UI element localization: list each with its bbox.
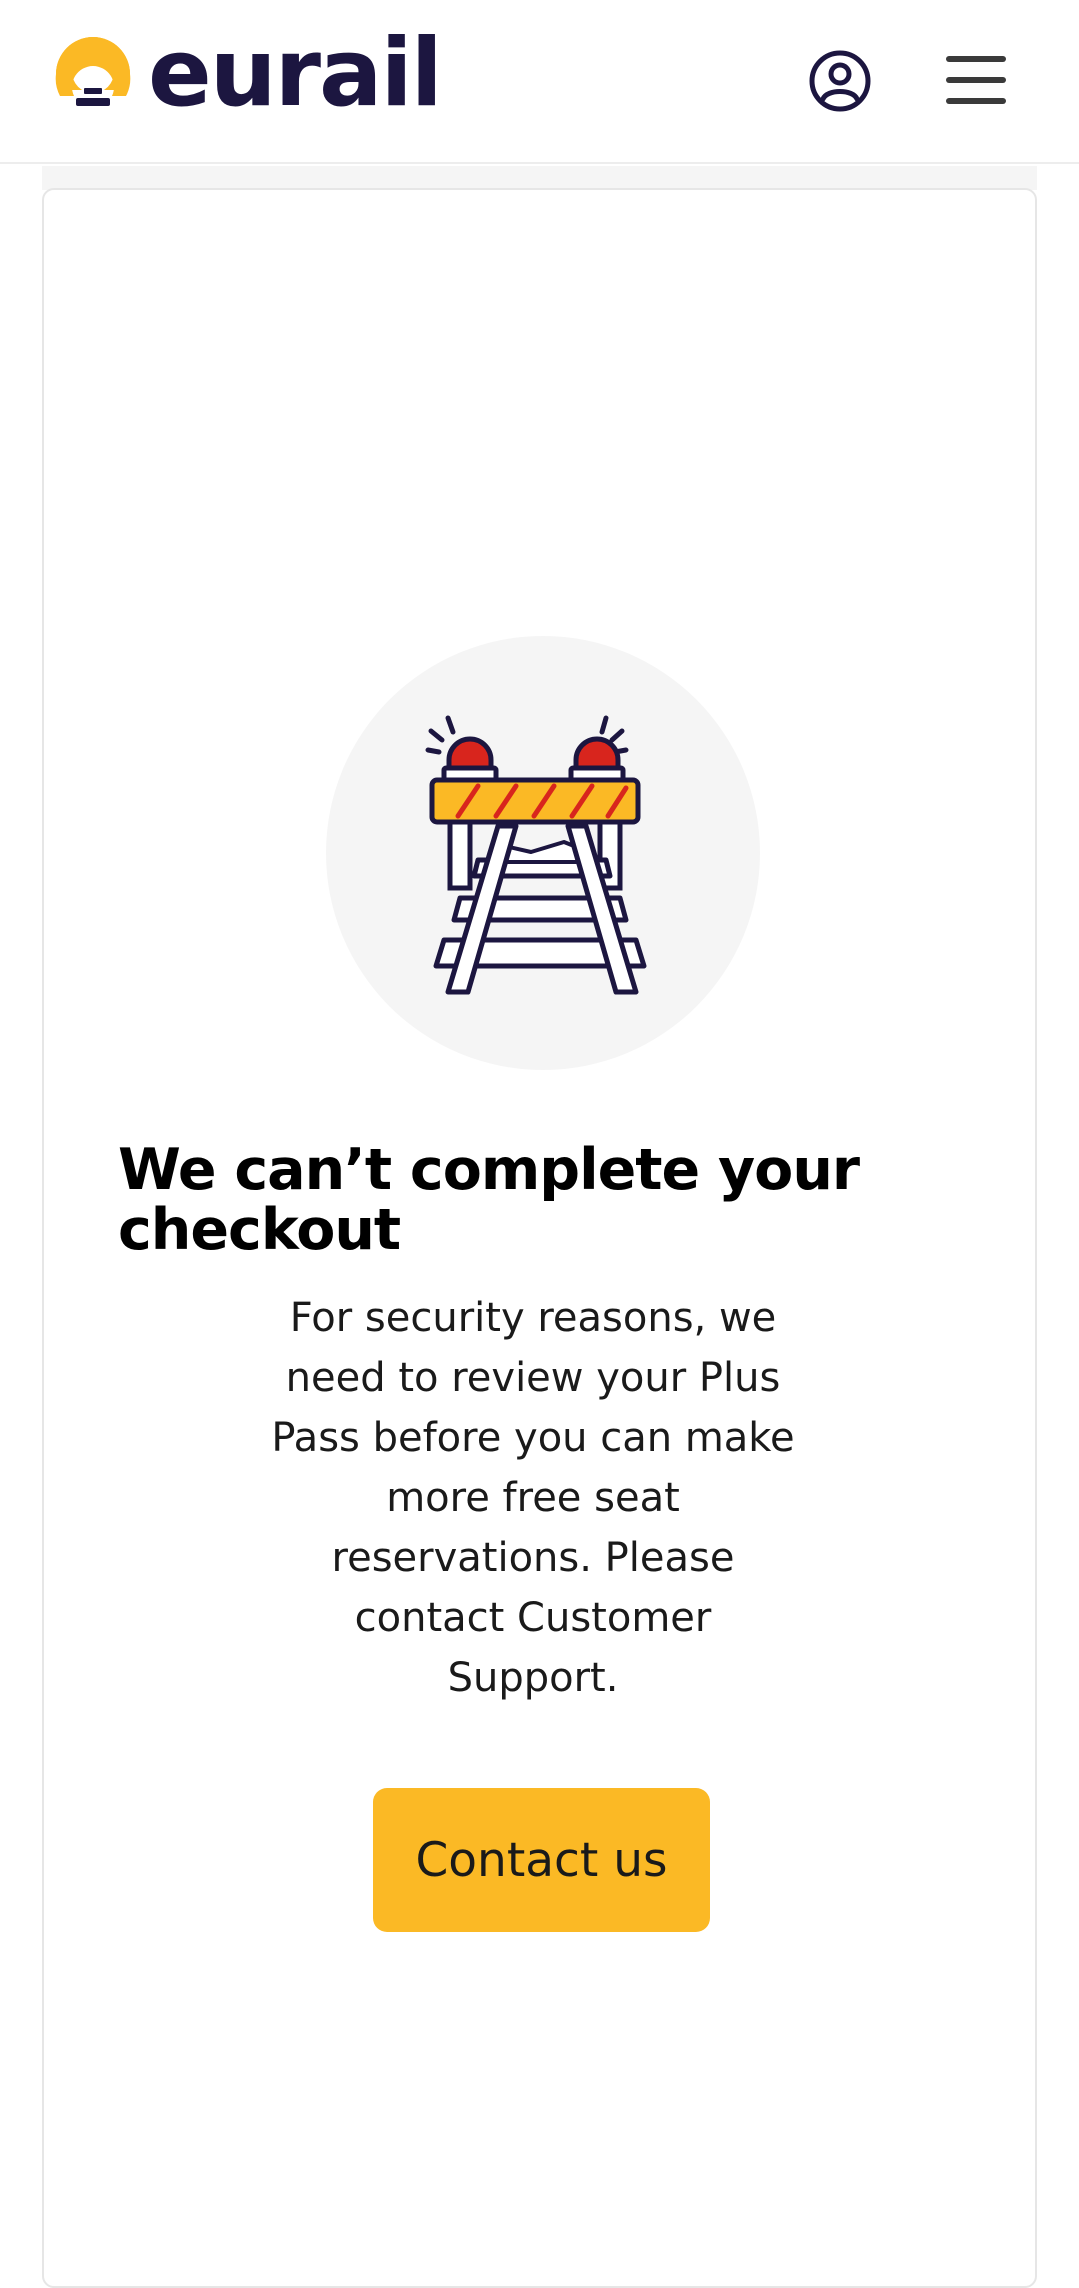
content-top-strip xyxy=(42,166,1037,190)
brand-name: eurail xyxy=(148,19,443,128)
error-message: For security reasons, we need to review … xyxy=(271,1295,795,1701)
error-card: We can’t complete your checkout For secu… xyxy=(42,188,1037,2288)
error-title: We can’t complete your checkout xyxy=(118,1137,860,1263)
hamburger-menu-icon xyxy=(946,56,1006,104)
eurail-logo[interactable]: eurail xyxy=(48,19,443,128)
user-profile-icon xyxy=(809,50,871,112)
contact-us-button[interactable]: Contact us xyxy=(373,1788,710,1932)
eurail-logo-icon xyxy=(54,37,132,116)
app-header: eurail xyxy=(0,0,1079,164)
profile-button[interactable] xyxy=(808,49,872,113)
menu-button[interactable] xyxy=(944,54,1008,106)
blocked-railway-barrier-icon xyxy=(425,715,647,995)
illustration-container xyxy=(326,636,760,1070)
